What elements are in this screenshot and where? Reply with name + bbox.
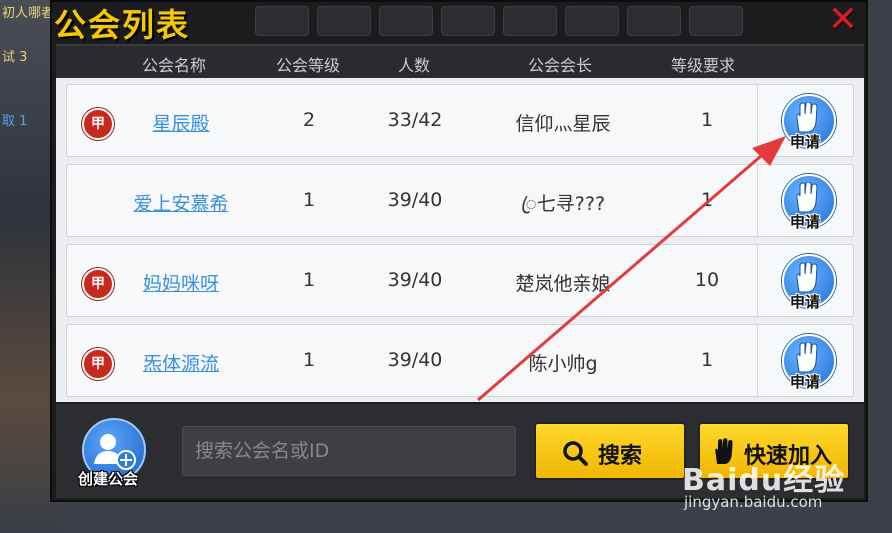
watermark-url: jingyan.baidu.com [684,493,823,511]
annotation-arrow-icon [477,136,786,402]
watermark: Baidu经验 jingyan.baidu.com [682,455,845,511]
